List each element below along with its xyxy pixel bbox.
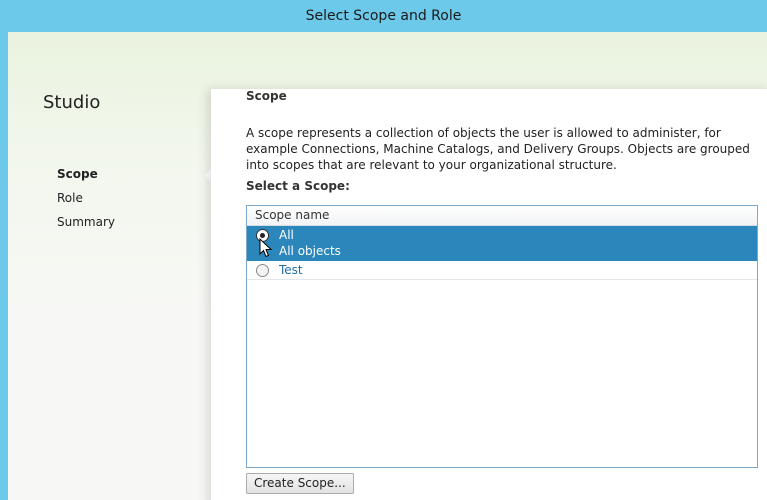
- scope-description: A scope represents a collection of objec…: [246, 126, 750, 172]
- scope-name: All: [279, 228, 294, 242]
- section-title: Scope: [246, 89, 287, 103]
- content-panel: Scope A scope represents a collection of…: [211, 89, 767, 500]
- app-name: Studio: [43, 92, 101, 113]
- column-header-scope-name[interactable]: Scope name: [247, 206, 757, 226]
- window-titlebar: Select Scope and Role: [0, 0, 767, 32]
- mouse-cursor-icon: [259, 238, 272, 258]
- create-scope-button[interactable]: Create Scope...: [246, 473, 354, 494]
- wizard-frame: Studio Scope Role Summary Scope A scope …: [8, 32, 767, 500]
- scope-row-all[interactable]: All All objects: [247, 226, 757, 261]
- scope-name: Test: [279, 263, 303, 277]
- scope-row-test[interactable]: Test: [247, 261, 757, 280]
- scope-description-text: All objects: [279, 244, 341, 258]
- wizard-steps-nav: Scope Role Summary: [57, 166, 115, 238]
- nav-step-role[interactable]: Role: [57, 190, 115, 214]
- nav-step-summary[interactable]: Summary: [57, 214, 115, 238]
- scope-list[interactable]: Scope name All All objects Test: [246, 205, 758, 468]
- nav-step-scope[interactable]: Scope: [57, 166, 115, 190]
- window-title: Select Scope and Role: [305, 8, 462, 24]
- radio-button-unchecked[interactable]: [256, 264, 269, 277]
- select-scope-label: Select a Scope:: [246, 179, 350, 193]
